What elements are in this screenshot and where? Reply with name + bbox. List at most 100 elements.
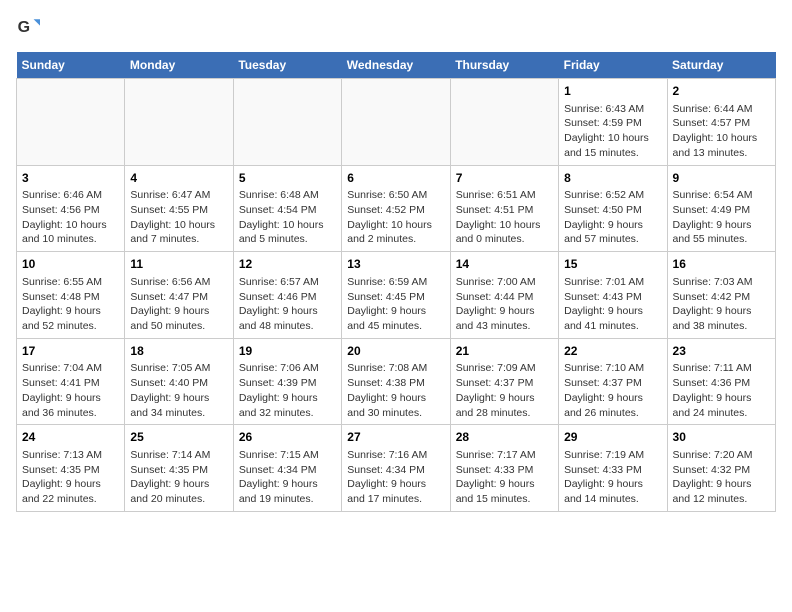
day-info: Sunrise: 7:04 AM Sunset: 4:41 PM Dayligh… xyxy=(22,361,119,420)
calendar-cell: 13 Sunrise: 6:59 AM Sunset: 4:45 PM Dayli… xyxy=(342,252,450,339)
calendar-cell: 9Sunrise: 6:54 AM Sunset: 4:49 PM Daylig… xyxy=(667,165,775,252)
day-info: Sunrise: 6:51 AM Sunset: 4:51 PM Dayligh… xyxy=(456,188,553,247)
calendar: SundayMondayTuesdayWednesdayThursdayFrid… xyxy=(16,52,776,512)
calendar-cell: 24 Sunrise: 7:13 AM Sunset: 4:35 PM Dayli… xyxy=(17,425,125,512)
calendar-week-row: 1 Sunrise: 6:43 AM Sunset: 4:59 PM Daylig… xyxy=(17,79,776,166)
day-number: 10 xyxy=(22,256,119,273)
day-info: Sunrise: 7:01 AM Sunset: 4:43 PM Dayligh… xyxy=(564,275,661,334)
day-number: 8 xyxy=(564,170,661,187)
calendar-cell: 14 Sunrise: 7:00 AM Sunset: 4:44 PM Dayli… xyxy=(450,252,558,339)
day-number: 4 xyxy=(130,170,227,187)
calendar-cell: 2Sunrise: 6:44 AM Sunset: 4:57 PM Daylig… xyxy=(667,79,775,166)
calendar-cell: 19Sunrise: 7:06 AM Sunset: 4:39 PM Dayli… xyxy=(233,338,341,425)
calendar-cell: 17Sunrise: 7:04 AM Sunset: 4:41 PM Dayli… xyxy=(17,338,125,425)
day-number: 24 xyxy=(22,429,119,446)
day-info: Sunrise: 6:55 AM Sunset: 4:48 PM Dayligh… xyxy=(22,275,119,334)
calendar-week-row: 17Sunrise: 7:04 AM Sunset: 4:41 PM Dayli… xyxy=(17,338,776,425)
calendar-cell: 26Sunrise: 7:15 AM Sunset: 4:34 PM Dayli… xyxy=(233,425,341,512)
day-info: Sunrise: 6:54 AM Sunset: 4:49 PM Dayligh… xyxy=(673,188,770,247)
day-number: 5 xyxy=(239,170,336,187)
calendar-cell: 18Sunrise: 7:05 AM Sunset: 4:40 PM Dayli… xyxy=(125,338,233,425)
day-number: 7 xyxy=(456,170,553,187)
calendar-cell: 10 Sunrise: 6:55 AM Sunset: 4:48 PM Dayli… xyxy=(17,252,125,339)
calendar-cell xyxy=(233,79,341,166)
weekday-header-sunday: Sunday xyxy=(17,52,125,79)
day-info: Sunrise: 7:08 AM Sunset: 4:38 PM Dayligh… xyxy=(347,361,444,420)
day-info: Sunrise: 6:57 AM Sunset: 4:46 PM Dayligh… xyxy=(239,275,336,334)
calendar-cell xyxy=(125,79,233,166)
day-number: 29 xyxy=(564,429,661,446)
day-info: Sunrise: 7:19 AM Sunset: 4:33 PM Dayligh… xyxy=(564,448,661,507)
day-number: 18 xyxy=(130,343,227,360)
calendar-cell: 22Sunrise: 7:10 AM Sunset: 4:37 PM Dayli… xyxy=(559,338,667,425)
calendar-cell: 30Sunrise: 7:20 AM Sunset: 4:32 PM Dayli… xyxy=(667,425,775,512)
calendar-cell: 25Sunrise: 7:14 AM Sunset: 4:35 PM Dayli… xyxy=(125,425,233,512)
day-number: 30 xyxy=(673,429,770,446)
calendar-cell: 8Sunrise: 6:52 AM Sunset: 4:50 PM Daylig… xyxy=(559,165,667,252)
weekday-header-thursday: Thursday xyxy=(450,52,558,79)
calendar-cell xyxy=(450,79,558,166)
day-info: Sunrise: 6:47 AM Sunset: 4:55 PM Dayligh… xyxy=(130,188,227,247)
day-number: 6 xyxy=(347,170,444,187)
weekday-header-monday: Monday xyxy=(125,52,233,79)
day-number: 21 xyxy=(456,343,553,360)
day-info: Sunrise: 7:05 AM Sunset: 4:40 PM Dayligh… xyxy=(130,361,227,420)
day-info: Sunrise: 7:00 AM Sunset: 4:44 PM Dayligh… xyxy=(456,275,553,334)
calendar-cell xyxy=(17,79,125,166)
day-number: 11 xyxy=(130,256,227,273)
day-info: Sunrise: 7:15 AM Sunset: 4:34 PM Dayligh… xyxy=(239,448,336,507)
day-number: 16 xyxy=(673,256,770,273)
weekday-header-row: SundayMondayTuesdayWednesdayThursdayFrid… xyxy=(17,52,776,79)
calendar-cell: 6Sunrise: 6:50 AM Sunset: 4:52 PM Daylig… xyxy=(342,165,450,252)
day-number: 9 xyxy=(673,170,770,187)
calendar-cell: 5Sunrise: 6:48 AM Sunset: 4:54 PM Daylig… xyxy=(233,165,341,252)
day-info: Sunrise: 6:56 AM Sunset: 4:47 PM Dayligh… xyxy=(130,275,227,334)
calendar-cell: 20Sunrise: 7:08 AM Sunset: 4:38 PM Dayli… xyxy=(342,338,450,425)
calendar-cell: 1 Sunrise: 6:43 AM Sunset: 4:59 PM Daylig… xyxy=(559,79,667,166)
day-info: Sunrise: 7:10 AM Sunset: 4:37 PM Dayligh… xyxy=(564,361,661,420)
calendar-cell: 21Sunrise: 7:09 AM Sunset: 4:37 PM Dayli… xyxy=(450,338,558,425)
calendar-cell: 15 Sunrise: 7:01 AM Sunset: 4:43 PM Dayli… xyxy=(559,252,667,339)
day-number: 12 xyxy=(239,256,336,273)
day-info: Sunrise: 7:09 AM Sunset: 4:37 PM Dayligh… xyxy=(456,361,553,420)
weekday-header-friday: Friday xyxy=(559,52,667,79)
calendar-cell: 3Sunrise: 6:46 AM Sunset: 4:56 PM Daylig… xyxy=(17,165,125,252)
day-info: Sunrise: 7:06 AM Sunset: 4:39 PM Dayligh… xyxy=(239,361,336,420)
day-number: 2 xyxy=(673,83,770,100)
day-info: Sunrise: 6:46 AM Sunset: 4:56 PM Dayligh… xyxy=(22,188,119,247)
day-info: Sunrise: 6:50 AM Sunset: 4:52 PM Dayligh… xyxy=(347,188,444,247)
day-info: Sunrise: 6:59 AM Sunset: 4:45 PM Dayligh… xyxy=(347,275,444,334)
day-info: Sunrise: 7:13 AM Sunset: 4:35 PM Dayligh… xyxy=(22,448,119,507)
calendar-cell: 11 Sunrise: 6:56 AM Sunset: 4:47 PM Dayli… xyxy=(125,252,233,339)
calendar-cell: 7Sunrise: 6:51 AM Sunset: 4:51 PM Daylig… xyxy=(450,165,558,252)
calendar-cell: 23Sunrise: 7:11 AM Sunset: 4:36 PM Dayli… xyxy=(667,338,775,425)
day-number: 13 xyxy=(347,256,444,273)
calendar-cell: 16Sunrise: 7:03 AM Sunset: 4:42 PM Dayli… xyxy=(667,252,775,339)
day-info: Sunrise: 6:43 AM Sunset: 4:59 PM Dayligh… xyxy=(564,102,661,161)
day-number: 22 xyxy=(564,343,661,360)
calendar-cell xyxy=(342,79,450,166)
day-number: 28 xyxy=(456,429,553,446)
day-number: 3 xyxy=(22,170,119,187)
calendar-cell: 29 Sunrise: 7:19 AM Sunset: 4:33 PM Dayli… xyxy=(559,425,667,512)
day-info: Sunrise: 6:52 AM Sunset: 4:50 PM Dayligh… xyxy=(564,188,661,247)
calendar-cell: 4Sunrise: 6:47 AM Sunset: 4:55 PM Daylig… xyxy=(125,165,233,252)
day-number: 23 xyxy=(673,343,770,360)
logo: G xyxy=(16,16,44,40)
day-number: 20 xyxy=(347,343,444,360)
calendar-cell: 27Sunrise: 7:16 AM Sunset: 4:34 PM Dayli… xyxy=(342,425,450,512)
calendar-cell: 28 Sunrise: 7:17 AM Sunset: 4:33 PM Dayli… xyxy=(450,425,558,512)
calendar-week-row: 10 Sunrise: 6:55 AM Sunset: 4:48 PM Dayli… xyxy=(17,252,776,339)
day-number: 19 xyxy=(239,343,336,360)
logo-icon: G xyxy=(16,16,40,40)
day-info: Sunrise: 7:11 AM Sunset: 4:36 PM Dayligh… xyxy=(673,361,770,420)
calendar-week-row: 3Sunrise: 6:46 AM Sunset: 4:56 PM Daylig… xyxy=(17,165,776,252)
day-number: 15 xyxy=(564,256,661,273)
day-number: 1 xyxy=(564,83,661,100)
day-number: 14 xyxy=(456,256,553,273)
weekday-header-tuesday: Tuesday xyxy=(233,52,341,79)
day-info: Sunrise: 7:17 AM Sunset: 4:33 PM Dayligh… xyxy=(456,448,553,507)
day-info: Sunrise: 7:14 AM Sunset: 4:35 PM Dayligh… xyxy=(130,448,227,507)
day-number: 27 xyxy=(347,429,444,446)
weekday-header-saturday: Saturday xyxy=(667,52,775,79)
